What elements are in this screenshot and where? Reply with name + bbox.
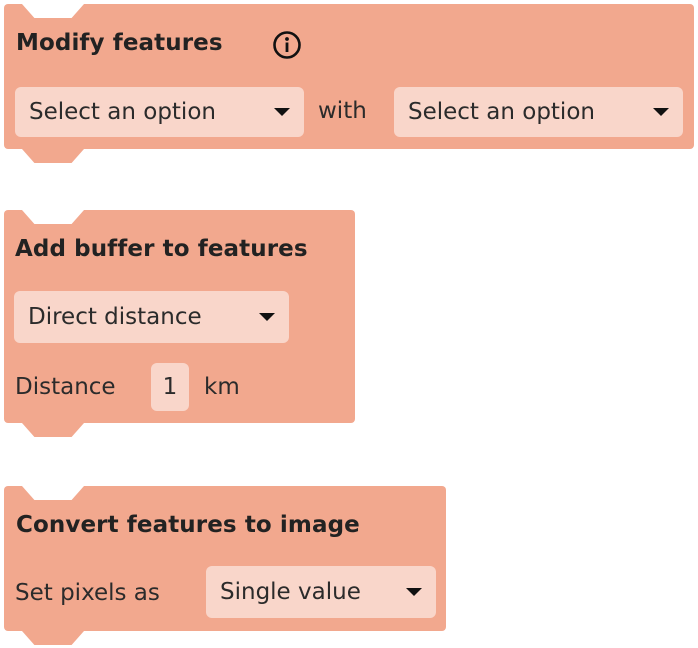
set-pixels-label: Set pixels as [15,580,160,606]
modify-operation-dropdown-label: Select an option [29,99,216,125]
modify-features-block[interactable]: Modify features Select an option with Se… [4,4,694,163]
caret-down-icon [406,588,422,596]
modify-features-title: Modify features [16,30,223,56]
block-bottom-connector [22,423,84,437]
distance-type-dropdown-label: Direct distance [28,304,202,330]
caret-down-icon [274,108,290,116]
canvas: Modify features Select an option with Se… [0,0,698,648]
distance-input[interactable]: 1 [151,363,189,411]
distance-input-value: 1 [162,374,178,400]
modify-target-dropdown[interactable]: Select an option [394,87,683,137]
block-top-notch [22,486,84,500]
modify-target-dropdown-label: Select an option [408,99,595,125]
modify-operation-dropdown[interactable]: Select an option [15,87,304,137]
distance-label: Distance [15,374,116,400]
pixel-value-dropdown-label: Single value [220,579,361,605]
convert-to-image-title: Convert features to image [16,512,360,538]
pixel-value-dropdown[interactable]: Single value [206,566,436,618]
unit-label: km [204,374,240,400]
add-buffer-block[interactable]: Add buffer to features Direct distance D… [4,210,355,437]
caret-down-icon [653,108,669,116]
convert-to-image-block[interactable]: Convert features to image Set pixels as … [4,486,446,645]
block-top-notch [22,4,84,18]
distance-type-dropdown[interactable]: Direct distance [14,291,289,343]
with-label: with [318,98,367,124]
block-top-notch [22,210,84,224]
caret-down-icon [259,313,275,321]
info-icon[interactable] [272,30,302,60]
add-buffer-title: Add buffer to features [15,236,308,262]
block-bottom-connector [22,149,84,163]
block-bottom-connector [22,631,84,645]
